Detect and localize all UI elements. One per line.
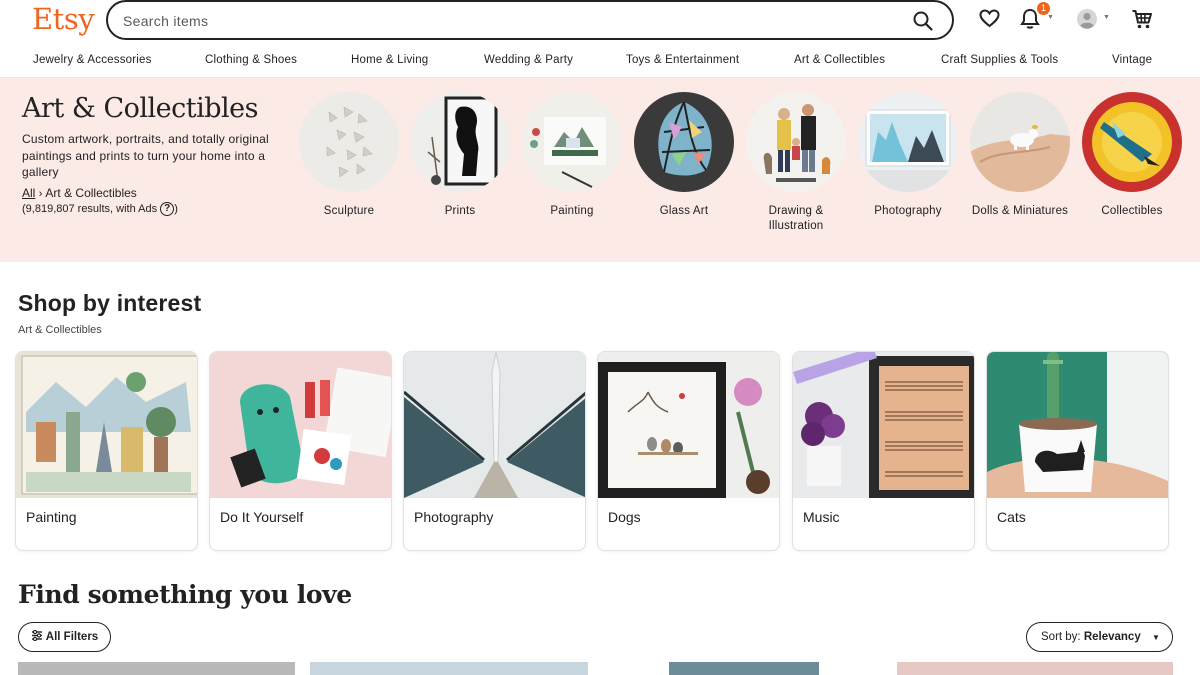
breadcrumb-current: Art & Collectibles: [45, 186, 137, 200]
results-close-paren: ): [174, 202, 178, 215]
chevron-down-icon[interactable]: ▼: [1103, 14, 1110, 21]
subcategory-drawing-illustration-image[interactable]: [746, 92, 846, 192]
interest-card-image: [793, 352, 974, 498]
listing-thumbnail[interactable]: [18, 662, 295, 675]
nav-art-collectibles[interactable]: Art & Collectibles: [794, 54, 885, 66]
subcategory-collectibles[interactable]: Collectibles: [1076, 204, 1188, 219]
subcategory-dolls-miniatures-image[interactable]: [970, 92, 1070, 192]
category-hero: Art & Collectibles Custom artwork, portr…: [0, 78, 1200, 262]
interest-card-label: Do It Yourself: [220, 509, 304, 525]
interest-card-dogs[interactable]: Dogs: [597, 351, 780, 551]
subcategory-sculpture-image[interactable]: [299, 92, 399, 192]
sort-prefix: Sort by:: [1041, 631, 1084, 643]
shop-by-interest-subtitle: Art & Collectibles: [18, 324, 102, 336]
subcategory-collectibles-image[interactable]: [1082, 92, 1182, 192]
subcategory-dolls-miniatures[interactable]: Dolls & Miniatures: [964, 204, 1076, 219]
etsy-logo[interactable]: Etsy: [32, 2, 95, 36]
subcategory-prints[interactable]: Prints: [404, 204, 516, 219]
search-icon[interactable]: [912, 10, 934, 32]
interest-card-image: [210, 352, 391, 498]
nav-craft-supplies-tools[interactable]: Craft Supplies & Tools: [941, 54, 1058, 66]
nav-home-living[interactable]: Home & Living: [351, 54, 428, 66]
find-section-title: Find something you love: [18, 580, 352, 609]
cart-icon[interactable]: [1131, 8, 1153, 30]
page-title: Art & Collectibles: [22, 93, 258, 124]
search-input[interactable]: [123, 10, 883, 32]
subcategory-drawing-illustration[interactable]: Drawing & Illustration: [740, 204, 852, 234]
category-description: Custom artwork, portraits, and totally o…: [22, 132, 269, 179]
subcategory-painting-image[interactable]: [522, 92, 622, 192]
listing-thumbnail[interactable]: [669, 662, 819, 675]
interest-card-image: [987, 352, 1168, 498]
breadcrumb-all-link[interactable]: All: [22, 186, 35, 200]
nav-toys-entertainment[interactable]: Toys & Entertainment: [626, 54, 739, 66]
interest-card-cats[interactable]: Cats: [986, 351, 1169, 551]
help-icon[interactable]: ?: [160, 202, 175, 216]
sort-by-dropdown[interactable]: Sort by: Relevancy ▼: [1026, 622, 1173, 652]
results-text: (9,819,807 results, with Ads: [22, 202, 158, 215]
nav-jewelry-accessories[interactable]: Jewelry & Accessories: [33, 54, 152, 66]
heart-icon[interactable]: [979, 8, 1000, 30]
filter-sliders-icon: [31, 629, 43, 644]
interest-card-do-it-yourself[interactable]: Do It Yourself: [209, 351, 392, 551]
caret-down-icon: ▼: [1151, 633, 1160, 642]
shop-by-interest-title: Shop by interest: [18, 290, 202, 316]
interest-card-label: Dogs: [608, 509, 641, 525]
chevron-down-icon[interactable]: ▼: [1047, 14, 1054, 21]
category-nav: Jewelry & Accessories Clothing & Shoes H…: [0, 42, 1200, 78]
interest-card-image: [404, 352, 585, 498]
listing-thumbnail[interactable]: [310, 662, 588, 675]
interest-card-music[interactable]: Music: [792, 351, 975, 551]
subcategory-photography[interactable]: Photography: [852, 204, 964, 219]
avatar-icon[interactable]: [1076, 8, 1098, 30]
search-bar[interactable]: [106, 0, 954, 40]
interest-card-image: [598, 352, 779, 498]
nav-vintage[interactable]: Vintage: [1112, 54, 1152, 66]
interest-card-label: Photography: [414, 509, 494, 525]
all-filters-label: All Filters: [45, 631, 99, 644]
all-filters-button[interactable]: All Filters: [18, 622, 111, 652]
sort-value: Relevancy: [1083, 631, 1141, 643]
interest-card-image: [16, 352, 197, 498]
listing-thumbnail[interactable]: [897, 662, 1173, 675]
breadcrumb: All › Art & Collectibles: [22, 186, 137, 200]
nav-wedding-party[interactable]: Wedding & Party: [484, 54, 573, 66]
header: Etsy 1 ▼ ▼: [0, 0, 1200, 42]
subcategory-photography-image[interactable]: [858, 92, 958, 192]
nav-clothing-shoes[interactable]: Clothing & Shoes: [205, 54, 297, 66]
interest-card-painting[interactable]: Painting: [15, 351, 198, 551]
interest-card-label: Painting: [26, 509, 77, 525]
interest-card-label: Music: [803, 509, 840, 525]
subcategory-glass-art-image[interactable]: [634, 92, 734, 192]
interest-card-photography[interactable]: Photography: [403, 351, 586, 551]
interest-card-label: Cats: [997, 509, 1026, 525]
subcategory-glass-art[interactable]: Glass Art: [628, 204, 740, 219]
subcategory-prints-image[interactable]: [410, 92, 510, 192]
subcategory-painting[interactable]: Painting: [516, 204, 628, 219]
results-count: (9,819,807 results, with Ads ?): [22, 202, 178, 216]
subcategory-sculpture[interactable]: Sculpture: [293, 204, 405, 219]
